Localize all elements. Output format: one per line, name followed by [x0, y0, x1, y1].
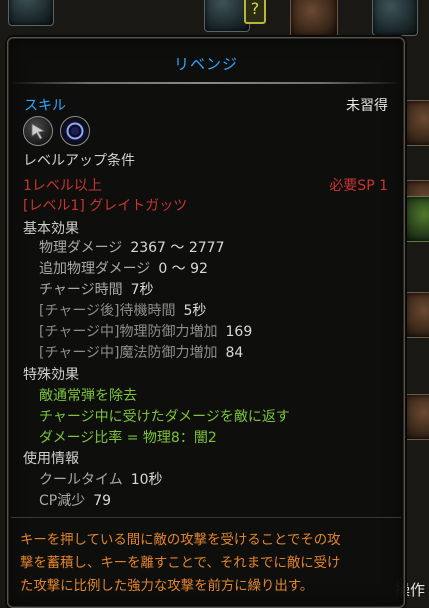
level-requirement: 1レベル以上 — [23, 178, 102, 194]
description-line: た攻撃に比例した強力な攻撃を前方に繰り出す。 — [20, 579, 314, 594]
skill-tooltip: リベンジ スキル 未習得 レベルアップ条件 1レベル以上 必要SP 1 [レベル… — [7, 37, 405, 608]
cursor-arrow-icon — [23, 116, 53, 146]
prerequisite-skill: [レベル1] グレイトガッツ — [23, 198, 188, 214]
skill-slot[interactable] — [372, 0, 418, 36]
special-effect-line: チャージ中に受けたダメージを敵に返す — [39, 409, 290, 425]
stat-row-cooldown: クールタイム 10秒 — [39, 469, 163, 489]
special-effect-line: 敵通常弾を除去 — [39, 388, 137, 404]
skill-slot[interactable] — [290, 0, 338, 38]
stat-value: 0 ～ 92 — [158, 261, 208, 277]
title-divider — [10, 82, 402, 84]
stat-row-charge-time: チャージ時間 7秒 — [39, 279, 154, 299]
stat-row-physical-defense: [チャージ中]物理防御力増加 169 — [39, 321, 252, 341]
stat-row-cp-cost: CP減少 79 — [39, 490, 111, 510]
sp-requirement: 必要SP 1 — [329, 178, 388, 194]
stat-label: [チャージ後]待機時間 — [39, 303, 176, 319]
stat-label: [チャージ中]魔法防御力増加 — [39, 345, 218, 361]
basic-effects-heading: 基本効果 — [23, 221, 79, 237]
stat-value: 84 — [225, 345, 244, 361]
stat-row-wait-time: [チャージ後]待機時間 5秒 — [39, 300, 206, 320]
special-effect-line: ダメージ比率 = 物理8：闇2 — [39, 430, 217, 446]
skill-slot[interactable] — [8, 0, 54, 26]
stat-value: 5秒 — [183, 303, 207, 319]
skill-slot[interactable] — [404, 292, 429, 338]
special-effects-heading: 特殊効果 — [23, 367, 79, 383]
description-line: キーを押している間に敵の攻撃を受けることでその攻 — [20, 533, 341, 548]
description-line: 撃を蓄積し、キーを離すことで、それまでに敵に受け — [20, 556, 341, 571]
dark-orb-icon — [60, 116, 90, 146]
stat-value: 79 — [93, 493, 112, 509]
stat-label: チャージ時間 — [39, 282, 123, 298]
stat-label: 物理ダメージ — [39, 240, 123, 256]
usage-heading: 使用情報 — [23, 451, 79, 467]
stat-row-physical-damage: 物理ダメージ 2367 ～ 2777 — [39, 237, 224, 257]
stat-label: クールタイム — [39, 472, 123, 488]
stat-label: 追加物理ダメージ — [39, 261, 151, 277]
stat-label: CP減少 — [39, 493, 86, 509]
stat-row-magic-defense: [チャージ中]魔法防御力増加 84 — [39, 342, 243, 362]
stat-value: 169 — [225, 324, 253, 340]
skill-description: キーを押している間に敵の攻撃を受けることでその攻 撃を蓄積し、キーを離すことで、… — [20, 529, 394, 598]
stat-value: 7秒 — [130, 282, 154, 298]
skill-title: リベンジ — [173, 55, 238, 73]
skill-slot[interactable] — [404, 100, 429, 146]
stat-value: 10秒 — [130, 472, 163, 488]
hint-icon[interactable]: ? — [244, 0, 266, 24]
skill-slot[interactable] — [404, 196, 429, 242]
stat-label: [チャージ中]物理防御力増加 — [39, 324, 218, 340]
stat-value: 2367 ～ 2777 — [130, 240, 225, 256]
levelup-heading: レベルアップ条件 — [23, 153, 135, 169]
skill-type-label: スキル — [24, 98, 66, 114]
skill-slot[interactable] — [404, 394, 429, 440]
learn-status: 未習得 — [346, 98, 388, 114]
stat-row-bonus-damage: 追加物理ダメージ 0 ～ 92 — [39, 258, 208, 278]
